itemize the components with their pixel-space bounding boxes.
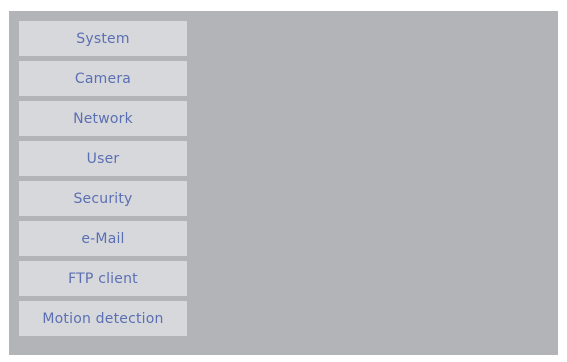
menu-item-label: System (76, 30, 130, 47)
menu-item-email[interactable]: e-Mail (19, 221, 187, 256)
settings-frame: System Camera Network User Security e-Ma… (0, 0, 567, 362)
menu-item-camera[interactable]: Camera (19, 61, 187, 96)
menu-item-label: Security (73, 190, 133, 207)
menu-item-system[interactable]: System (19, 21, 187, 56)
menu-item-label: Motion detection (42, 310, 164, 327)
menu-item-ftp-client[interactable]: FTP client (19, 261, 187, 296)
menu-item-label: Network (73, 110, 133, 127)
menu-item-label: User (86, 150, 120, 167)
menu-item-label: e-Mail (81, 230, 125, 247)
menu-item-user[interactable]: User (19, 141, 187, 176)
menu-item-motion-detection[interactable]: Motion detection (19, 301, 187, 336)
settings-menu: System Camera Network User Security e-Ma… (19, 21, 187, 341)
menu-item-label: Camera (74, 70, 132, 87)
menu-item-label: FTP client (68, 270, 138, 287)
menu-item-security[interactable]: Security (19, 181, 187, 216)
menu-item-network[interactable]: Network (19, 101, 187, 136)
